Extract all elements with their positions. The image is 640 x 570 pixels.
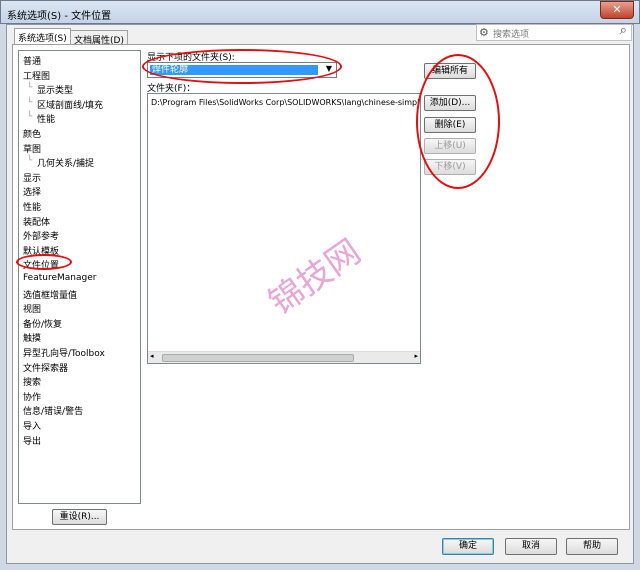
title-bar: 系统选项(S) - 文件位置 bbox=[0, 0, 640, 24]
tree-item[interactable]: 导入 bbox=[23, 419, 41, 432]
tree-item[interactable]: 装配体 bbox=[23, 215, 50, 228]
tree-item[interactable]: 视图 bbox=[23, 302, 41, 315]
tree-connector: └ bbox=[27, 112, 33, 123]
scroll-right-icon[interactable]: ▸ bbox=[414, 352, 418, 360]
tree-connector: └ bbox=[27, 97, 33, 108]
reset-button[interactable]: 重设(R)... bbox=[52, 509, 107, 525]
tree-item[interactable]: 草图 bbox=[23, 142, 41, 155]
search-icon[interactable]: ⌕ bbox=[620, 23, 627, 38]
tree-item[interactable]: 区域剖面线/填充 bbox=[37, 98, 103, 111]
search-placeholder: 搜索选项 bbox=[493, 30, 530, 40]
annotation-ellipse bbox=[16, 254, 72, 270]
tree-item[interactable]: 选值框增量值 bbox=[23, 288, 77, 301]
tree-item[interactable]: 选择 bbox=[23, 185, 41, 198]
tree-item[interactable]: 工程图 bbox=[23, 69, 50, 82]
scrollbar-thumb[interactable] bbox=[162, 354, 354, 362]
gear-icon: ⚙ bbox=[479, 26, 489, 39]
annotation-ellipse bbox=[142, 49, 342, 84]
tree-item[interactable]: 显示类型 bbox=[37, 83, 73, 96]
help-button[interactable]: 帮助 bbox=[566, 538, 618, 555]
scroll-left-icon[interactable]: ◂ bbox=[150, 352, 154, 360]
tree-item[interactable]: FeatureManager bbox=[23, 273, 96, 283]
horizontal-scrollbar[interactable]: ◂ ▸ bbox=[148, 351, 420, 363]
tree-connector: └ bbox=[27, 83, 33, 94]
list-item[interactable]: D:\Program Files\SolidWorks Corp\SOLIDWO… bbox=[151, 98, 420, 107]
window-title: 系统选项(S) - 文件位置 bbox=[7, 11, 112, 22]
cancel-button[interactable]: 取消 bbox=[505, 538, 557, 555]
close-button[interactable]: ✕ bbox=[600, 1, 634, 19]
tree-item[interactable]: 普通 bbox=[23, 54, 41, 67]
ok-button[interactable]: 确定 bbox=[442, 538, 494, 555]
tree-item[interactable]: 外部参考 bbox=[23, 229, 59, 242]
tree-item[interactable]: 导出 bbox=[23, 434, 41, 447]
tree-item[interactable]: 性能 bbox=[23, 200, 41, 213]
tab-document-properties[interactable]: 文档属性(D) bbox=[70, 30, 128, 46]
tab-system-options[interactable]: 系统选项(S) bbox=[14, 28, 71, 44]
tree-item[interactable]: 异型孔向导/Toolbox bbox=[23, 346, 105, 359]
tree-item[interactable]: 协作 bbox=[23, 390, 41, 403]
tree-item[interactable]: 性能 bbox=[37, 112, 55, 125]
tree-item[interactable]: 触摸 bbox=[23, 331, 41, 344]
tree-item[interactable]: 搜索 bbox=[23, 375, 41, 388]
search-input[interactable]: ⚙ 搜索选项 ⌕ bbox=[476, 23, 632, 41]
tree-item[interactable]: 备份/恢复 bbox=[23, 317, 62, 330]
tree-item[interactable]: 信息/错误/警告 bbox=[23, 404, 83, 417]
tree-item[interactable]: 显示 bbox=[23, 171, 41, 184]
tree-item[interactable]: 几何关系/捕捉 bbox=[37, 156, 94, 169]
options-tree[interactable]: 普通 工程图 显示类型 └ 区域剖面线/填充 └ 性能 └ 颜色 草图 几何关系/捕捉 └ 显示 选择 性能… bbox=[18, 50, 141, 504]
tree-item[interactable]: 颜色 bbox=[23, 127, 41, 140]
annotation-ellipse bbox=[416, 54, 500, 189]
tree-item[interactable]: 文件探索器 bbox=[23, 361, 68, 374]
tree-connector: └ bbox=[27, 156, 33, 167]
